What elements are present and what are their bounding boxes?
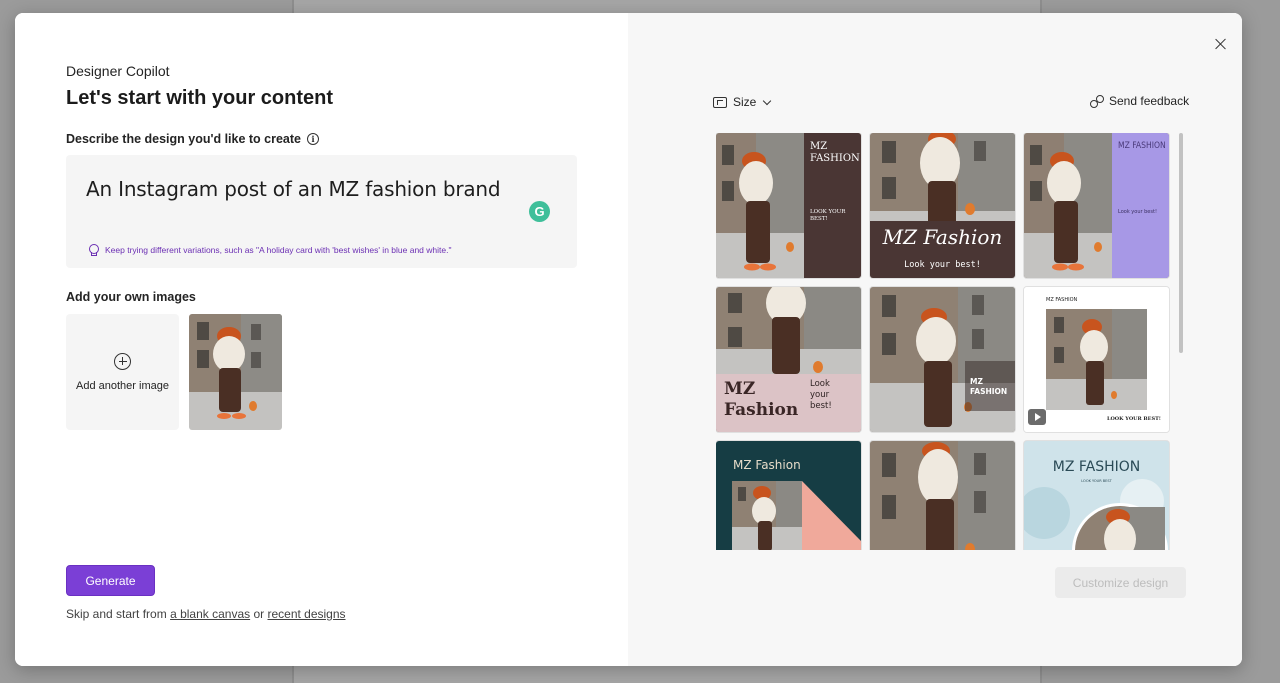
generate-button[interactable]: Generate <box>66 565 155 596</box>
prompt-text[interactable]: An Instagram post of an MZ fashion brand <box>86 177 501 201</box>
customize-design-button[interactable]: Customize design <box>1055 567 1186 598</box>
prompt-tip: Keep trying different variations, such a… <box>88 244 451 256</box>
feedback-icon <box>1090 94 1104 108</box>
design-card[interactable]: MZ Fashion Look your best! <box>716 287 861 432</box>
describe-label-text: Describe the design you'd like to create <box>66 132 301 146</box>
send-feedback-button[interactable]: Send feedback <box>1090 94 1189 108</box>
grammarly-icon[interactable]: G <box>529 201 550 222</box>
chevron-down-icon <box>763 96 772 105</box>
add-circle-icon <box>114 352 131 370</box>
lightbulb-icon <box>88 244 99 256</box>
skip-prefix: Skip and start from <box>66 607 167 621</box>
resize-icon <box>713 96 727 108</box>
design-card[interactable]: MZ FASHION Look your best! <box>1024 133 1169 278</box>
gallery-scrollbar[interactable] <box>1179 133 1183 353</box>
video-icon <box>1028 409 1046 425</box>
design-tagline-text: LOOK YOUR BEST! <box>1106 416 1161 422</box>
design-preview <box>1024 441 1169 550</box>
design-brand-text: MZ Fashion <box>733 458 801 472</box>
send-feedback-label: Send feedback <box>1109 94 1190 108</box>
design-card[interactable]: MZ FASHION LOOK YOUR BEST <box>1024 441 1169 550</box>
design-preview <box>870 287 1015 432</box>
describe-label: Describe the design you'd like to create… <box>66 132 319 146</box>
design-brand-text: MZ FASHION <box>970 377 1008 396</box>
design-brand-text: MZ Fashion <box>724 379 799 420</box>
skip-line: Skip and start from a blank canvas or re… <box>66 607 346 621</box>
uploaded-photo <box>189 314 282 430</box>
design-card[interactable]: MZ FASHION <box>870 287 1015 432</box>
design-card[interactable]: MZ Fashion <box>716 441 861 550</box>
design-brand-text: MZ FASHION <box>1052 459 1141 475</box>
design-brand-text: MZ Fashion <box>882 225 1003 249</box>
design-card[interactable]: MZ FASHION LOOK YOUR BEST! <box>1024 287 1169 432</box>
size-label: Size <box>733 95 757 109</box>
recent-designs-link[interactable]: recent designs <box>267 607 345 621</box>
design-brand-text: MZ FASHION <box>1046 297 1078 303</box>
images-label: Add your own images <box>66 290 196 304</box>
design-tagline-text: LOOK YOUR BEST! <box>810 209 846 222</box>
design-gallery: MZ FASHION LOOK YOUR BEST! MZ Fashion Lo… <box>716 133 1172 550</box>
design-preview <box>870 133 1015 278</box>
size-dropdown[interactable]: Size <box>713 95 772 109</box>
prompt-input[interactable]: An Instagram post of an MZ fashion brand… <box>66 155 577 268</box>
design-tagline-text: Look your best! <box>1118 209 1157 215</box>
designer-dialog: Designer Copilot Let's start with your c… <box>15 13 1242 666</box>
dialog-eyebrow: Designer Copilot <box>66 63 170 79</box>
design-brand-text: MZ FASHION <box>1118 141 1166 151</box>
preview-pane: Size Send feedback MZ FASHION LOOK YOUR … <box>628 13 1242 666</box>
scrollbar-thumb[interactable] <box>1179 133 1183 353</box>
design-tagline-text: Look your best! <box>810 379 832 411</box>
uploaded-image-thumbnail[interactable] <box>189 314 282 430</box>
design-card[interactable]: MZ FASHION LOOK YOUR BEST! <box>716 133 861 278</box>
add-image-button[interactable]: Add another image <box>66 314 179 430</box>
design-preview <box>1024 133 1169 278</box>
design-tagline-text: Look your best! <box>904 260 981 270</box>
design-brand-text: MZ FASHION <box>810 141 860 164</box>
close-icon[interactable] <box>1213 36 1229 52</box>
tip-text: Keep trying different variations, such a… <box>105 245 452 255</box>
add-image-label: Add another image <box>76 379 169 392</box>
content-pane: Designer Copilot Let's start with your c… <box>15 13 628 666</box>
design-card[interactable]: MZ Fashion Look your best! <box>870 133 1015 278</box>
design-tagline-text: LOOK YOUR BEST <box>1081 479 1112 483</box>
dialog-title: Let's start with your content <box>66 87 334 109</box>
design-preview <box>870 441 1015 550</box>
skip-or: or <box>253 607 265 621</box>
design-card[interactable] <box>870 441 1015 550</box>
info-icon[interactable]: i <box>307 133 319 145</box>
blank-canvas-link[interactable]: a blank canvas <box>170 607 250 621</box>
